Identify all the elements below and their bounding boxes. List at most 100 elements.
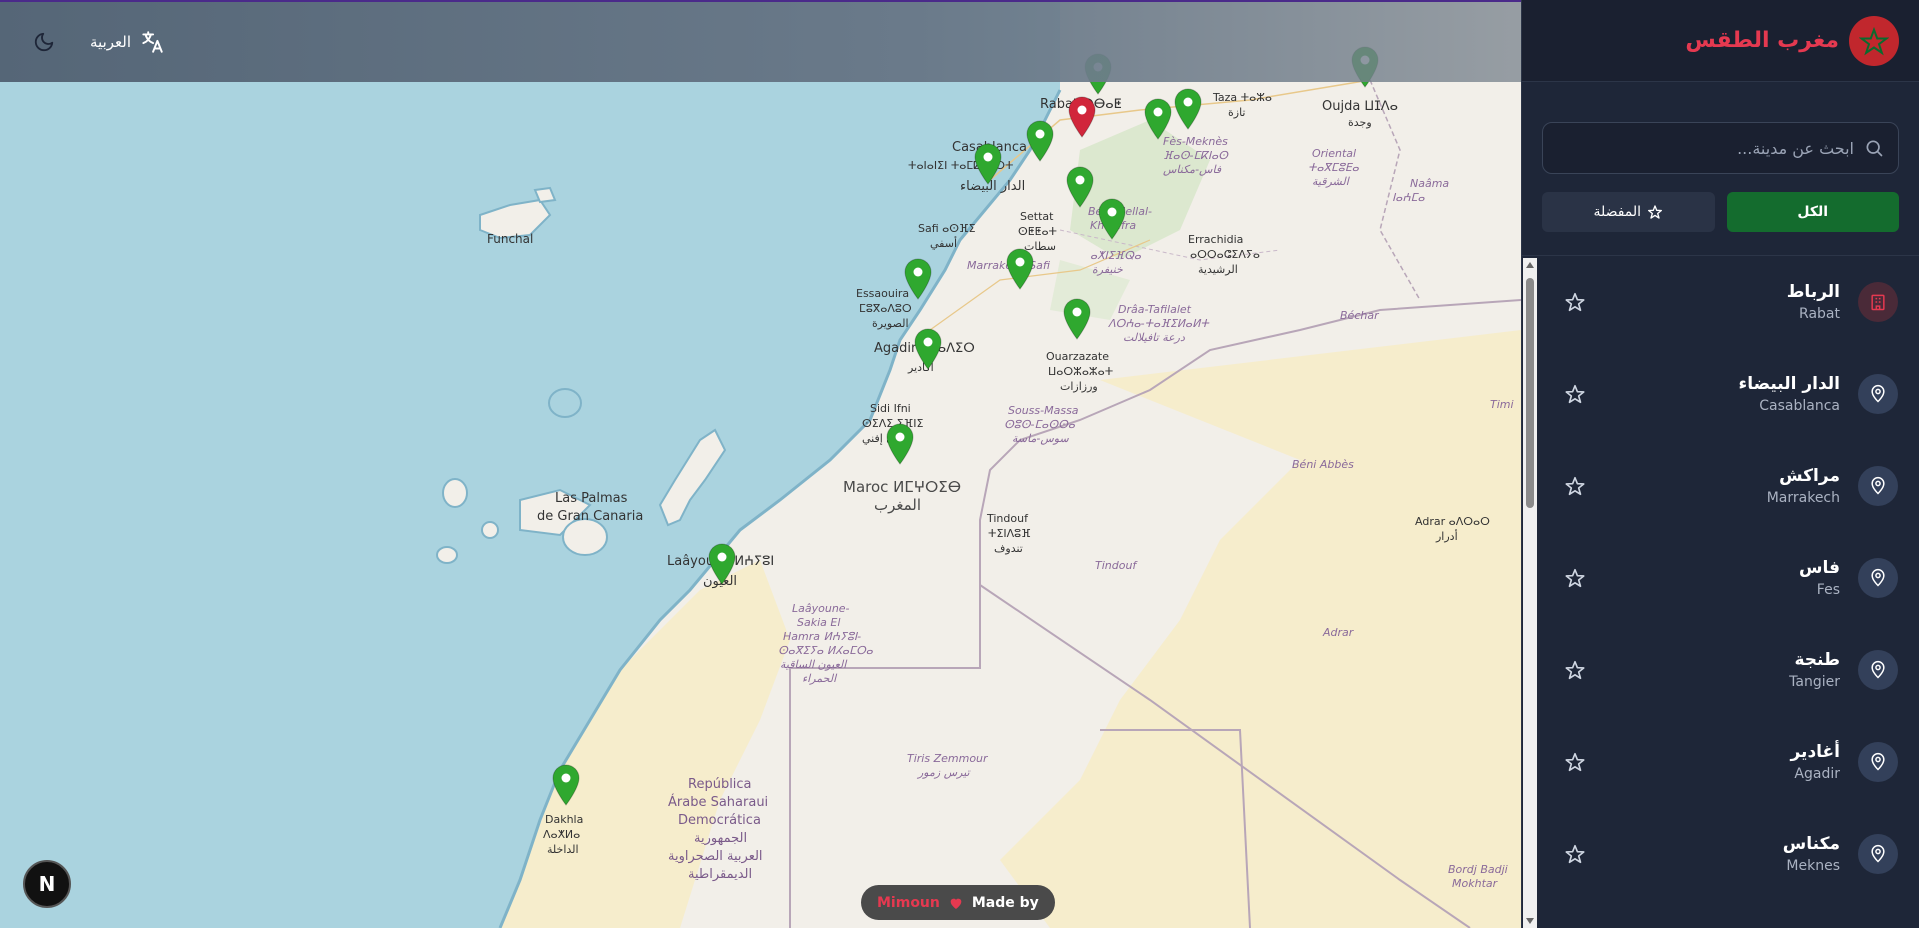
map-label-errachidia-tif: ⴰⵔⵔⴰⵛⵉⴷⵢⴰ [1190, 248, 1260, 261]
city-icon [1858, 374, 1898, 414]
map-marker-icon [1144, 98, 1172, 140]
map-marker-icon [1026, 120, 1054, 162]
favorite-toggle-button[interactable] [1562, 841, 1588, 867]
credit-author: Mimoun [877, 894, 940, 911]
search-icon [1866, 140, 1883, 157]
map-marker[interactable] [1025, 120, 1055, 162]
favorite-toggle-button[interactable] [1562, 657, 1588, 683]
star-icon [1565, 844, 1585, 864]
map-label-laayoune-region: Laâyoune- [792, 602, 850, 615]
filter-favorites-button[interactable]: المفضلة [1542, 192, 1715, 232]
map-label-rasd-2: Árabe Saharaui [668, 795, 769, 810]
map-label-hamra-ar: الحمراء [802, 672, 837, 685]
map-marker-icon [1066, 166, 1094, 208]
favorite-toggle-button[interactable] [1562, 749, 1588, 775]
map-marker-icon [1098, 198, 1126, 240]
scroll-thumb[interactable] [1526, 278, 1534, 508]
map-label-funchal: Funchal [487, 232, 534, 246]
map-label-essaouira-tif: ⵎⵓⴳⴰⴷⵓⵔ [859, 302, 912, 315]
star-icon [1565, 476, 1585, 496]
language-switch-button[interactable]: العربية [90, 29, 165, 55]
map-marker[interactable] [1097, 198, 1127, 240]
map-label-mokhtar: Mokhtar [1452, 877, 1498, 890]
map-marker[interactable] [1143, 98, 1173, 140]
star-logo-icon [1859, 26, 1889, 55]
map-label-souss-tif: ⵙⵓⵙ-ⵎⴰⵙⵙⴰ [1004, 418, 1076, 431]
map-marker[interactable] [903, 258, 933, 300]
map-label-khenifra-tif: ⴰⵅⵏⵉⴼⵕⴰ [1090, 249, 1142, 262]
map-marker-icon [1068, 96, 1096, 138]
map-marker[interactable] [1062, 298, 1092, 340]
map-label-tindouf-ar: تندوف [994, 542, 1023, 555]
map-marker[interactable] [1067, 96, 1097, 138]
favorite-toggle-button[interactable] [1562, 381, 1588, 407]
filter-all-label: الكل [1797, 204, 1829, 220]
city-list-item[interactable]: مكناس Meknes [1522, 808, 1919, 900]
city-name-arabic: طنجة [1794, 650, 1840, 670]
search-input[interactable] [1557, 138, 1854, 158]
map-pin-icon [1871, 844, 1885, 863]
city-icon [1858, 558, 1898, 598]
map-label-oujda-ar: وجدة [1348, 116, 1372, 129]
map-label-dakhla-ar: الداخلة [547, 843, 579, 856]
map-marker[interactable] [1173, 88, 1203, 130]
map-label-souss-ar: سوس-ماسة [1012, 432, 1069, 445]
city-names: مراكش Marrakech [1588, 466, 1858, 506]
map-marker-icon [1063, 298, 1091, 340]
map-view[interactable]: Funchal Las Palmas de Gran Canaria Rabat… [0, 0, 1521, 928]
map-label-adrar-city-ar: أدرار [1436, 530, 1458, 543]
filter-all-button[interactable]: الكل [1726, 192, 1899, 232]
favorite-toggle-button[interactable] [1562, 289, 1588, 315]
map-marker[interactable] [707, 543, 737, 585]
map-label-tindouf: Tindouf [987, 512, 1028, 525]
map-label-laayoune-region-ar: العيون الساقية [780, 658, 847, 671]
city-list-item[interactable]: أغادير Agadir [1522, 716, 1919, 808]
star-icon [1565, 292, 1585, 312]
favorite-toggle-button[interactable] [1562, 565, 1588, 591]
language-label: العربية [90, 33, 131, 51]
credit-badge[interactable]: Mimoun Made by [861, 885, 1055, 920]
city-list-item[interactable]: الرباط Rabat [1522, 256, 1919, 348]
map-label-adrar-region: Adrar [1323, 626, 1354, 639]
sidebar-header: مغرب الطقس [1522, 0, 1919, 82]
city-list-scrollbar[interactable] [1523, 258, 1537, 928]
scroll-up-arrow[interactable] [1526, 262, 1534, 268]
favorite-toggle-button[interactable] [1562, 473, 1588, 499]
city-list-item[interactable]: طنجة Tangier [1522, 624, 1919, 716]
city-list-item[interactable]: الدار البيضاء Casablanca [1522, 348, 1919, 440]
map-label-draa: Drâa-Tafilalet [1118, 303, 1191, 316]
filter-tabs: المفضلة الكل [1542, 192, 1899, 232]
map-label-draa-ar: درعة تافيلالت [1123, 331, 1185, 344]
next-dev-badge[interactable]: N [23, 860, 71, 908]
scroll-down-arrow[interactable] [1526, 918, 1534, 924]
map-label-oujda: Oujda ⵡⵊⴷⴰ [1322, 99, 1399, 114]
map-label-errachidia: Errachidia [1188, 233, 1244, 246]
city-name-arabic: أغادير [1790, 742, 1840, 762]
map-label-essaouira-ar: الصويرة [872, 317, 909, 330]
map-label-timi: Timi [1490, 398, 1514, 411]
map-pin-icon [1871, 752, 1885, 771]
map-label-rasd-ar3: الديمقراطية [688, 867, 753, 882]
map-pin-icon [1871, 384, 1885, 403]
map-label-rasd-ar2: العربية الصحراوية [668, 849, 763, 864]
city-list-item[interactable]: مراكش Marrakech [1522, 440, 1919, 532]
map-label-maroc-ar: المغرب [874, 496, 922, 514]
city-name-latin: Meknes [1786, 858, 1840, 874]
map-marker-icon [974, 143, 1002, 185]
map-marker-icon [1174, 88, 1202, 130]
search-box[interactable] [1542, 122, 1899, 174]
map-marker[interactable] [1005, 248, 1035, 290]
city-name-latin: Tangier [1789, 674, 1840, 690]
map-label-oriental-tif: ⵜⴰⴳⵎⵓⴹⴰ [1308, 161, 1359, 174]
city-list-item[interactable]: فاس Fes [1522, 532, 1919, 624]
city-list[interactable]: الرباط Rabat الدار البيضاء Casablanca مراكش M… [1522, 255, 1919, 928]
map-marker[interactable] [885, 423, 915, 465]
map-marker[interactable] [1065, 166, 1095, 208]
theme-toggle-button[interactable] [28, 26, 60, 58]
city-icon [1858, 282, 1898, 322]
map-label-settat-tif: ⵙⵟⵟⴰⵜ [1018, 225, 1058, 238]
map-label-taza-ar: تازة [1228, 106, 1246, 119]
map-marker[interactable] [551, 764, 581, 806]
map-marker[interactable] [973, 143, 1003, 185]
map-marker[interactable] [913, 328, 943, 370]
